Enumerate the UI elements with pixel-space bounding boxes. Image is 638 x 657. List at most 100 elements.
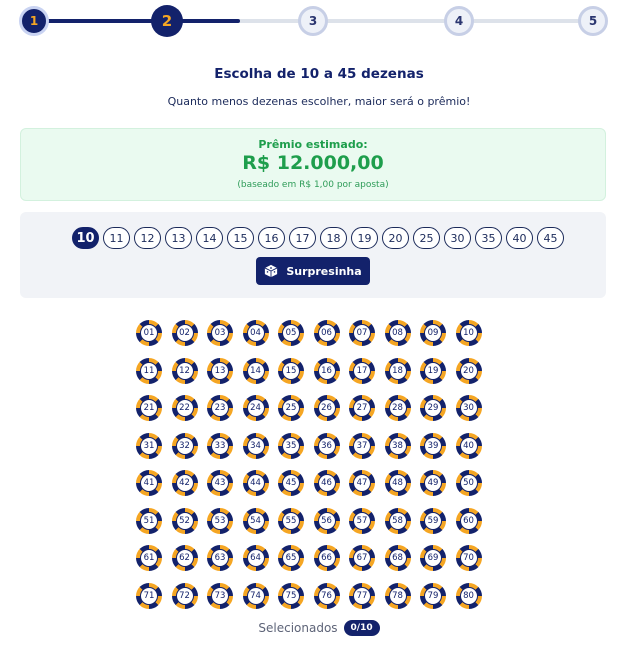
number-ball-25[interactable]: 25 [278,395,304,421]
number-ball-61[interactable]: 61 [136,545,162,571]
number-ball-11[interactable]: 11 [136,357,162,384]
number-ball-22[interactable]: 22 [171,395,198,421]
number-ball-78[interactable]: 78 [384,582,411,609]
number-ball-64[interactable]: 64 [242,545,269,571]
number-ball-42[interactable]: 42 [171,470,198,496]
number-ball-03[interactable]: 03 [207,320,233,346]
number-ball-43[interactable]: 43 [207,470,233,496]
number-ball-10[interactable]: 10 [455,320,482,346]
number-ball-16[interactable]: 16 [313,357,340,384]
step-5[interactable]: 5 [578,6,608,36]
quantity-option-13[interactable]: 13 [165,227,192,249]
number-ball-75[interactable]: 75 [278,582,304,609]
quantity-option-20[interactable]: 20 [382,227,409,249]
number-ball-01[interactable]: 01 [136,320,162,346]
number-ball-53[interactable]: 53 [207,507,233,534]
number-ball-44[interactable]: 44 [242,470,269,496]
number-ball-14[interactable]: 14 [242,357,269,384]
number-ball-54[interactable]: 54 [242,507,269,534]
quantity-option-18[interactable]: 18 [320,227,347,249]
quantity-option-15[interactable]: 15 [227,227,254,249]
quantity-option-10[interactable]: 10 [72,227,99,249]
quantity-option-25[interactable]: 25 [413,227,440,249]
number-ball-18[interactable]: 18 [384,357,411,384]
number-ball-38[interactable]: 38 [384,432,411,459]
number-ball-79[interactable]: 79 [420,582,446,609]
step-4[interactable]: 4 [444,6,474,36]
number-ball-67[interactable]: 67 [349,545,375,571]
number-ball-29[interactable]: 29 [420,395,446,421]
number-ball-23[interactable]: 23 [207,395,233,421]
number-ball-66[interactable]: 66 [313,545,340,571]
number-ball-74[interactable]: 74 [242,582,269,609]
number-ball-19[interactable]: 19 [420,357,446,384]
number-ball-40[interactable]: 40 [455,432,482,459]
quantity-option-45[interactable]: 45 [537,227,564,249]
number-ball-31[interactable]: 31 [136,432,162,459]
surprise-button[interactable]: Surpresinha [256,257,370,285]
number-ball-28[interactable]: 28 [384,395,411,421]
number-ball-76[interactable]: 76 [313,582,340,609]
number-ball-51[interactable]: 51 [136,507,162,534]
number-ball-06[interactable]: 06 [313,320,340,346]
number-ball-58[interactable]: 58 [384,507,411,534]
number-ball-21[interactable]: 21 [136,395,162,421]
step-2[interactable]: 2 [151,5,183,37]
number-ball-56[interactable]: 56 [313,507,340,534]
number-ball-04[interactable]: 04 [242,320,269,346]
number-ball-57[interactable]: 57 [349,507,375,534]
number-ball-20[interactable]: 20 [455,357,482,384]
number-ball-63[interactable]: 63 [207,545,233,571]
number-ball-39[interactable]: 39 [420,432,446,459]
quantity-option-16[interactable]: 16 [258,227,285,249]
quantity-option-14[interactable]: 14 [196,227,223,249]
number-ball-27[interactable]: 27 [349,395,375,421]
number-ball-73[interactable]: 73 [207,582,233,609]
number-ball-36[interactable]: 36 [313,432,340,459]
quantity-option-12[interactable]: 12 [134,227,161,249]
number-ball-37[interactable]: 37 [349,432,375,459]
number-ball-77[interactable]: 77 [349,582,375,609]
number-ball-02[interactable]: 02 [171,320,198,346]
number-ball-12[interactable]: 12 [171,357,198,384]
number-ball-26[interactable]: 26 [313,395,340,421]
number-ball-34[interactable]: 34 [242,432,269,459]
number-ball-46[interactable]: 46 [313,470,340,496]
quantity-option-19[interactable]: 19 [351,227,378,249]
number-ball-80[interactable]: 80 [455,582,482,609]
quantity-option-17[interactable]: 17 [289,227,316,249]
number-ball-32[interactable]: 32 [171,432,198,459]
number-ball-35[interactable]: 35 [278,432,304,459]
number-ball-49[interactable]: 49 [420,470,446,496]
number-ball-45[interactable]: 45 [278,470,304,496]
step-1[interactable]: 1 [19,6,49,36]
number-ball-72[interactable]: 72 [171,582,198,609]
number-ball-71[interactable]: 71 [136,582,162,609]
number-ball-60[interactable]: 60 [455,507,482,534]
number-ball-55[interactable]: 55 [278,507,304,534]
quantity-option-35[interactable]: 35 [475,227,502,249]
number-ball-59[interactable]: 59 [420,507,446,534]
number-ball-33[interactable]: 33 [207,432,233,459]
number-ball-08[interactable]: 08 [384,320,411,346]
number-ball-48[interactable]: 48 [384,470,411,496]
number-ball-70[interactable]: 70 [455,545,482,571]
quantity-option-30[interactable]: 30 [444,227,471,249]
number-ball-68[interactable]: 68 [384,545,411,571]
number-ball-07[interactable]: 07 [349,320,375,346]
number-ball-50[interactable]: 50 [455,470,482,496]
number-ball-41[interactable]: 41 [136,470,162,496]
number-ball-47[interactable]: 47 [349,470,375,496]
quantity-option-11[interactable]: 11 [103,227,130,249]
number-ball-30[interactable]: 30 [455,395,482,421]
quantity-option-40[interactable]: 40 [506,227,533,249]
number-ball-52[interactable]: 52 [171,507,198,534]
number-ball-17[interactable]: 17 [349,357,375,384]
number-ball-24[interactable]: 24 [242,395,269,421]
number-ball-05[interactable]: 05 [278,320,304,346]
number-ball-09[interactable]: 09 [420,320,446,346]
number-ball-69[interactable]: 69 [420,545,446,571]
number-ball-13[interactable]: 13 [207,357,233,384]
number-ball-65[interactable]: 65 [278,545,304,571]
step-3[interactable]: 3 [298,6,328,36]
